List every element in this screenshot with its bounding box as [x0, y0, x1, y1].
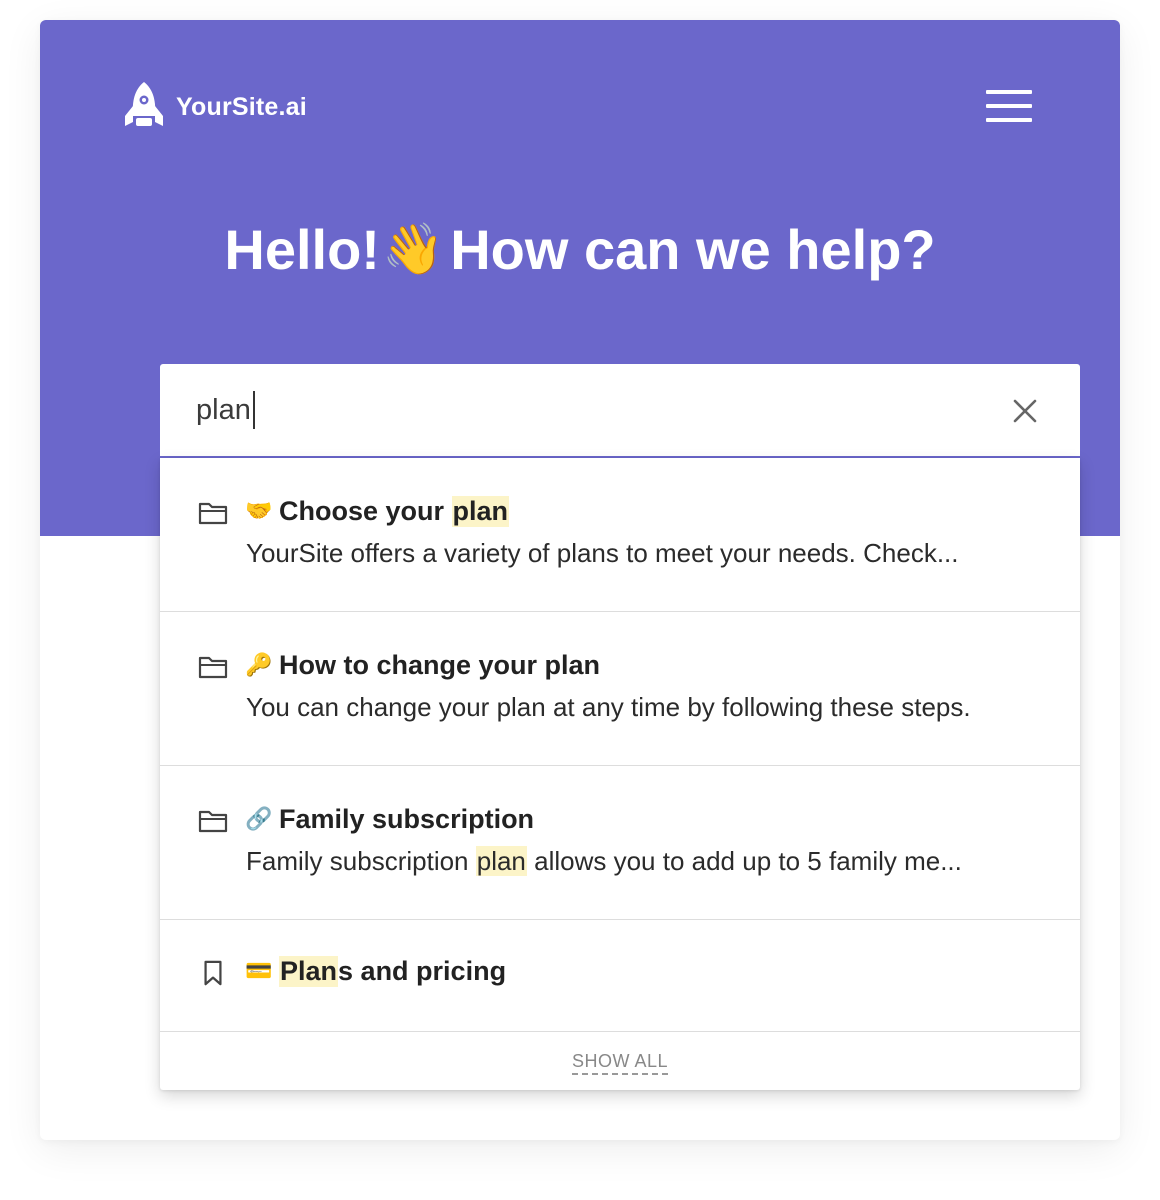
result-title: 🔗 Family subscription	[245, 804, 534, 835]
greeting-text: Hello!	[224, 218, 380, 281]
snippet-text: Family subscription	[246, 846, 476, 876]
search-highlight: plan	[451, 496, 510, 527]
bookmark-icon	[204, 960, 222, 986]
hamburger-menu-icon[interactable]	[986, 90, 1032, 122]
folder-icon	[198, 502, 228, 525]
result-title: 🔑 How to change your plan	[245, 650, 600, 681]
close-icon[interactable]	[1010, 396, 1040, 426]
credit-card-icon: 💳	[245, 959, 273, 984]
brand-name: YourSite.ai	[176, 92, 307, 121]
show-all-link[interactable]: SHOW ALL	[571, 1051, 669, 1075]
result-snippet: YourSite offers a variety of plans to me…	[246, 538, 959, 568]
waving-hand-icon: 👋	[381, 220, 445, 278]
search-result-item[interactable]: 🔑 How to change your plan You can change…	[160, 612, 1080, 766]
help-widget-card: YourSite.ai Hello!👋 How can we help? plan	[40, 20, 1120, 1140]
search-result-item[interactable]: 🤝 Choose your plan YourSite offers a var…	[160, 458, 1080, 612]
search-results-dropdown: 🤝 Choose your plan YourSite offers a var…	[160, 458, 1080, 1090]
page: YourSite.ai Hello!👋 How can we help? plan	[0, 0, 1160, 1200]
result-snippet: Family subscription plan allows you to a…	[246, 846, 962, 877]
folder-icon	[198, 656, 228, 679]
search-result-item[interactable]: 🔗 Family subscription Family subscriptio…	[160, 766, 1080, 920]
result-title-text: Choose your	[279, 496, 452, 526]
result-title: 🤝 Choose your plan	[245, 496, 510, 527]
link-icon: 🔗	[245, 807, 273, 832]
rocket-icon	[125, 82, 163, 126]
search-highlight: plan	[475, 846, 527, 876]
handshake-icon: 🤝	[245, 499, 273, 524]
search-highlight: Plan	[279, 956, 339, 987]
result-title-text: Family subscription	[279, 804, 535, 834]
snippet-text: allows you to add up to 5 family me...	[526, 846, 962, 876]
result-title-text: s and pricing	[338, 956, 507, 986]
help-question-text: How can we help?	[450, 218, 936, 281]
show-all-bar: SHOW ALL	[160, 1032, 1080, 1090]
folder-icon	[198, 810, 228, 833]
text-caret	[252, 391, 255, 429]
search-input-value[interactable]: plan	[196, 391, 255, 429]
brand-logo[interactable]: YourSite.ai	[122, 80, 307, 134]
search-input[interactable]: plan	[160, 364, 1080, 456]
search-result-item[interactable]: 💳 Plan s and pricing	[160, 920, 1080, 1032]
key-icon: 🔑	[245, 653, 273, 678]
result-title-text: How to change your plan	[279, 650, 601, 680]
page-title: Hello!👋 How can we help?	[40, 215, 1120, 287]
result-snippet: You can change your plan at any time by …	[246, 692, 971, 722]
search-query-text: plan	[196, 393, 251, 426]
result-title: 💳 Plan s and pricing	[245, 956, 506, 987]
